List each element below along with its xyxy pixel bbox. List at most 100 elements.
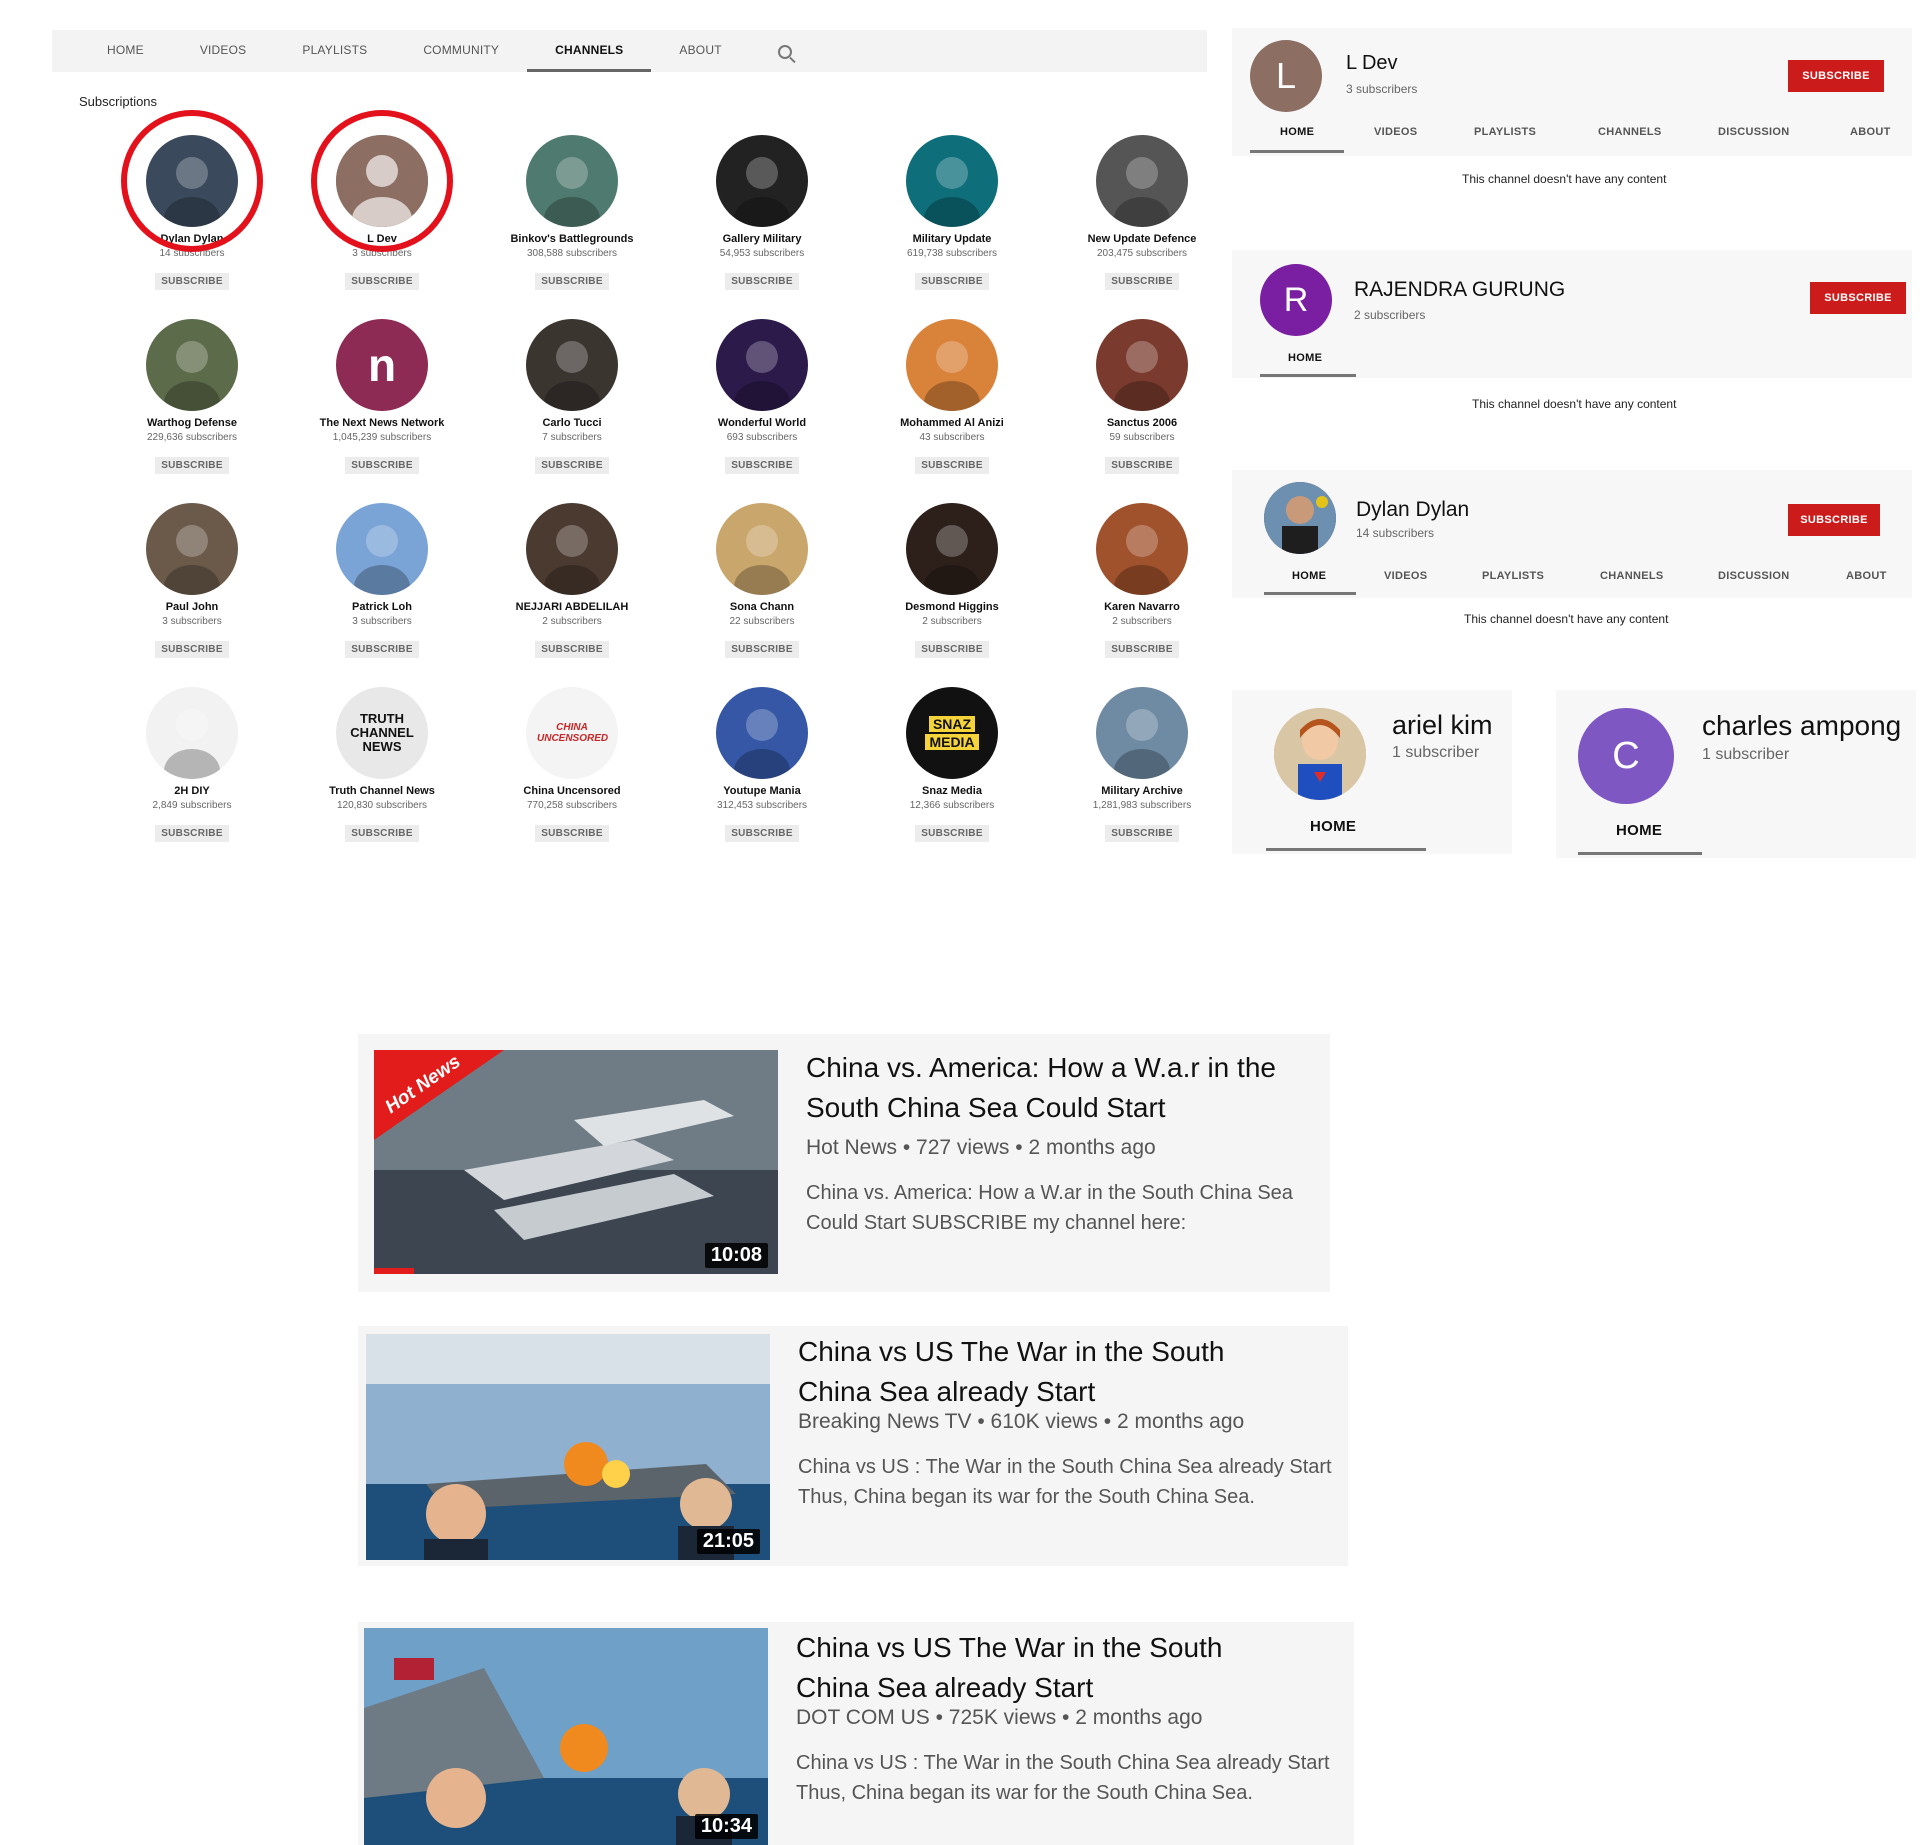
channel-name[interactable]: Patrick Loh [287, 601, 477, 613]
tab-home[interactable]: HOME [1616, 822, 1662, 839]
tab-home[interactable]: HOME [1288, 352, 1322, 364]
tab-channels[interactable]: CHANNELS [527, 30, 652, 72]
video-thumbnail[interactable]: 10:34 [364, 1628, 768, 1845]
channel-avatar[interactable]: TRUTH CHANNEL NEWS [336, 687, 428, 779]
channel-name[interactable]: Warthog Defense [97, 417, 287, 429]
channel-name[interactable]: Paul John [97, 601, 287, 613]
tab-about[interactable]: ABOUT [1850, 126, 1891, 138]
tab-home[interactable]: HOME [107, 30, 144, 72]
subscribe-button[interactable]: SUBSCRIBE [915, 273, 989, 290]
channel-card[interactable]: Warthog Defense 229,636 subscribers SUBSCR… [97, 319, 287, 474]
video-result[interactable]: Hot News 10:08 China vs. America: How a … [358, 1034, 1330, 1292]
subscribe-button[interactable]: SUBSCRIBE [1788, 60, 1884, 92]
channel-avatar[interactable] [906, 319, 998, 411]
tab-about[interactable]: ABOUT [679, 30, 721, 72]
channel-avatar[interactable]: SNAZ MEDIA [906, 687, 998, 779]
channel-card[interactable]: Patrick Loh 3 subscribers SUBSCRIBE [287, 503, 477, 658]
channel-avatar[interactable] [146, 687, 238, 779]
video-title[interactable]: China vs US The War in the South China S… [798, 1332, 1258, 1412]
channel-name[interactable]: Military Update [857, 233, 1047, 245]
tab-home[interactable]: HOME [1280, 126, 1314, 138]
subscribe-button[interactable]: SUBSCRIBE [155, 457, 229, 474]
dylan-avatar[interactable] [1264, 482, 1336, 554]
video-result[interactable]: 10:34 China vs US The War in the South C… [358, 1622, 1354, 1845]
subscribe-button[interactable]: SUBSCRIBE [1105, 641, 1179, 658]
subscribe-button[interactable]: SUBSCRIBE [1105, 457, 1179, 474]
channel-card[interactable]: Wonderful World 693 subscribers SUBSCRIBE [667, 319, 857, 474]
tab-playlists[interactable]: PLAYLISTS [302, 30, 367, 72]
tab-channels[interactable]: CHANNELS [1598, 126, 1662, 138]
subscribe-button[interactable]: SUBSCRIBE [1810, 282, 1906, 314]
channel-avatar[interactable] [716, 687, 808, 779]
subscribe-button[interactable]: SUBSCRIBE [915, 457, 989, 474]
subscribe-button[interactable]: SUBSCRIBE [725, 641, 799, 658]
channel-name[interactable]: Sanctus 2006 [1047, 417, 1237, 429]
channel-name[interactable]: Wonderful World [667, 417, 857, 429]
channel-card[interactable]: L Dev 3 subscribers SUBSCRIBE [287, 110, 477, 290]
channel-card[interactable]: Karen Navarro 2 subscribers SUBSCRIBE [1047, 503, 1237, 658]
channel-card[interactable]: Military Archive 1,281,983 subscribers SUB… [1047, 687, 1237, 842]
channel-card[interactable]: Sanctus 2006 59 subscribers SUBSCRIBE [1047, 319, 1237, 474]
subscribe-button[interactable]: SUBSCRIBE [1788, 504, 1880, 536]
channel-avatar[interactable] [716, 135, 808, 227]
channel-name[interactable]: Sona Chann [667, 601, 857, 613]
channel-card[interactable]: Mohammed Al Anizi 43 subscribers SUBSCRIBE [857, 319, 1047, 474]
video-result[interactable]: 21:05 China vs US The War in the South C… [358, 1326, 1348, 1566]
subscribe-button[interactable]: SUBSCRIBE [1105, 825, 1179, 842]
channel-card[interactable]: Military Update 619,738 subscribers SUBSCR… [857, 135, 1047, 290]
channel-card[interactable]: n The Next News Network 1,045,239 subscrib… [287, 319, 477, 474]
subscribe-button[interactable]: SUBSCRIBE [345, 457, 419, 474]
video-thumbnail[interactable]: Hot News 10:08 [374, 1050, 778, 1274]
tab-home[interactable]: HOME [1292, 570, 1326, 582]
ariel-avatar[interactable] [1274, 708, 1366, 800]
channel-name[interactable]: The Next News Network [287, 417, 477, 429]
tab-discussion[interactable]: DISCUSSION [1718, 570, 1789, 582]
channel-name[interactable]: New Update Defence [1047, 233, 1237, 245]
channel-name[interactable]: Mohammed Al Anizi [857, 417, 1047, 429]
channel-avatar[interactable] [906, 503, 998, 595]
subscribe-button[interactable]: SUBSCRIBE [345, 825, 419, 842]
channel-name[interactable]: Binkov's Battlegrounds [477, 233, 667, 245]
channel-avatar[interactable] [526, 135, 618, 227]
channel-name[interactable]: Carlo Tucci [477, 417, 667, 429]
channel-avatar[interactable] [526, 319, 618, 411]
channel-card[interactable]: Dylan Dylan 14 subscribers SUBSCRIBE [97, 110, 287, 290]
channel-name[interactable]: NEJJARI ABDELILAH [477, 601, 667, 613]
channel-name[interactable]: Snaz Media [857, 785, 1047, 797]
channel-avatar[interactable] [716, 319, 808, 411]
channel-name[interactable]: Youtupe Mania [667, 785, 857, 797]
channel-avatar[interactable] [1096, 687, 1188, 779]
channel-card[interactable]: New Update Defence 203,475 subscribers SUB… [1047, 135, 1237, 290]
tab-discussion[interactable]: DISCUSSION [1718, 126, 1789, 138]
channel-avatar[interactable] [1096, 319, 1188, 411]
channel-avatar[interactable] [716, 503, 808, 595]
tab-videos[interactable]: VIDEOS [1384, 570, 1427, 582]
channel-card[interactable]: Desmond Higgins 2 subscribers SUBSCRIBE [857, 503, 1047, 658]
channel-name[interactable]: Desmond Higgins [857, 601, 1047, 613]
channel-card[interactable]: Carlo Tucci 7 subscribers SUBSCRIBE [477, 319, 667, 474]
channel-card[interactable]: Gallery Military 54,953 subscribers SUBSCR… [667, 135, 857, 290]
channel-name[interactable]: Military Archive [1047, 785, 1237, 797]
subscribe-button[interactable]: SUBSCRIBE [915, 641, 989, 658]
channel-card[interactable]: CHINA UNCENSORED China Uncensored 770,258 … [477, 687, 667, 842]
subscribe-button[interactable]: SUBSCRIBE [725, 825, 799, 842]
rajendra-avatar[interactable]: R [1260, 264, 1332, 336]
subscribe-button[interactable]: SUBSCRIBE [535, 457, 609, 474]
subscribe-button[interactable]: SUBSCRIBE [1105, 273, 1179, 290]
subscribe-button[interactable]: SUBSCRIBE [345, 641, 419, 658]
channel-card[interactable]: Sona Chann 22 subscribers SUBSCRIBE [667, 503, 857, 658]
video-thumbnail[interactable]: 21:05 [366, 1334, 770, 1560]
channel-card[interactable]: SNAZ MEDIA Snaz Media 12,366 subscribers SUB… [857, 687, 1047, 842]
subscribe-button[interactable]: SUBSCRIBE [725, 457, 799, 474]
subscribe-button[interactable]: SUBSCRIBE [155, 273, 229, 290]
channel-card[interactable]: 2H DIY 2,849 subscribers SUBSCRIBE [97, 687, 287, 842]
channel-avatar[interactable]: n [336, 319, 428, 411]
ldev-avatar[interactable]: L [1250, 40, 1322, 112]
channel-avatar[interactable]: CHINA UNCENSORED [526, 687, 618, 779]
channel-avatar[interactable] [1096, 135, 1188, 227]
channel-card[interactable]: Paul John 3 subscribers SUBSCRIBE [97, 503, 287, 658]
tab-playlists[interactable]: PLAYLISTS [1482, 570, 1544, 582]
subscribe-button[interactable]: SUBSCRIBE [915, 825, 989, 842]
charles-avatar[interactable]: C [1578, 708, 1674, 804]
tab-videos[interactable]: VIDEOS [200, 30, 247, 72]
